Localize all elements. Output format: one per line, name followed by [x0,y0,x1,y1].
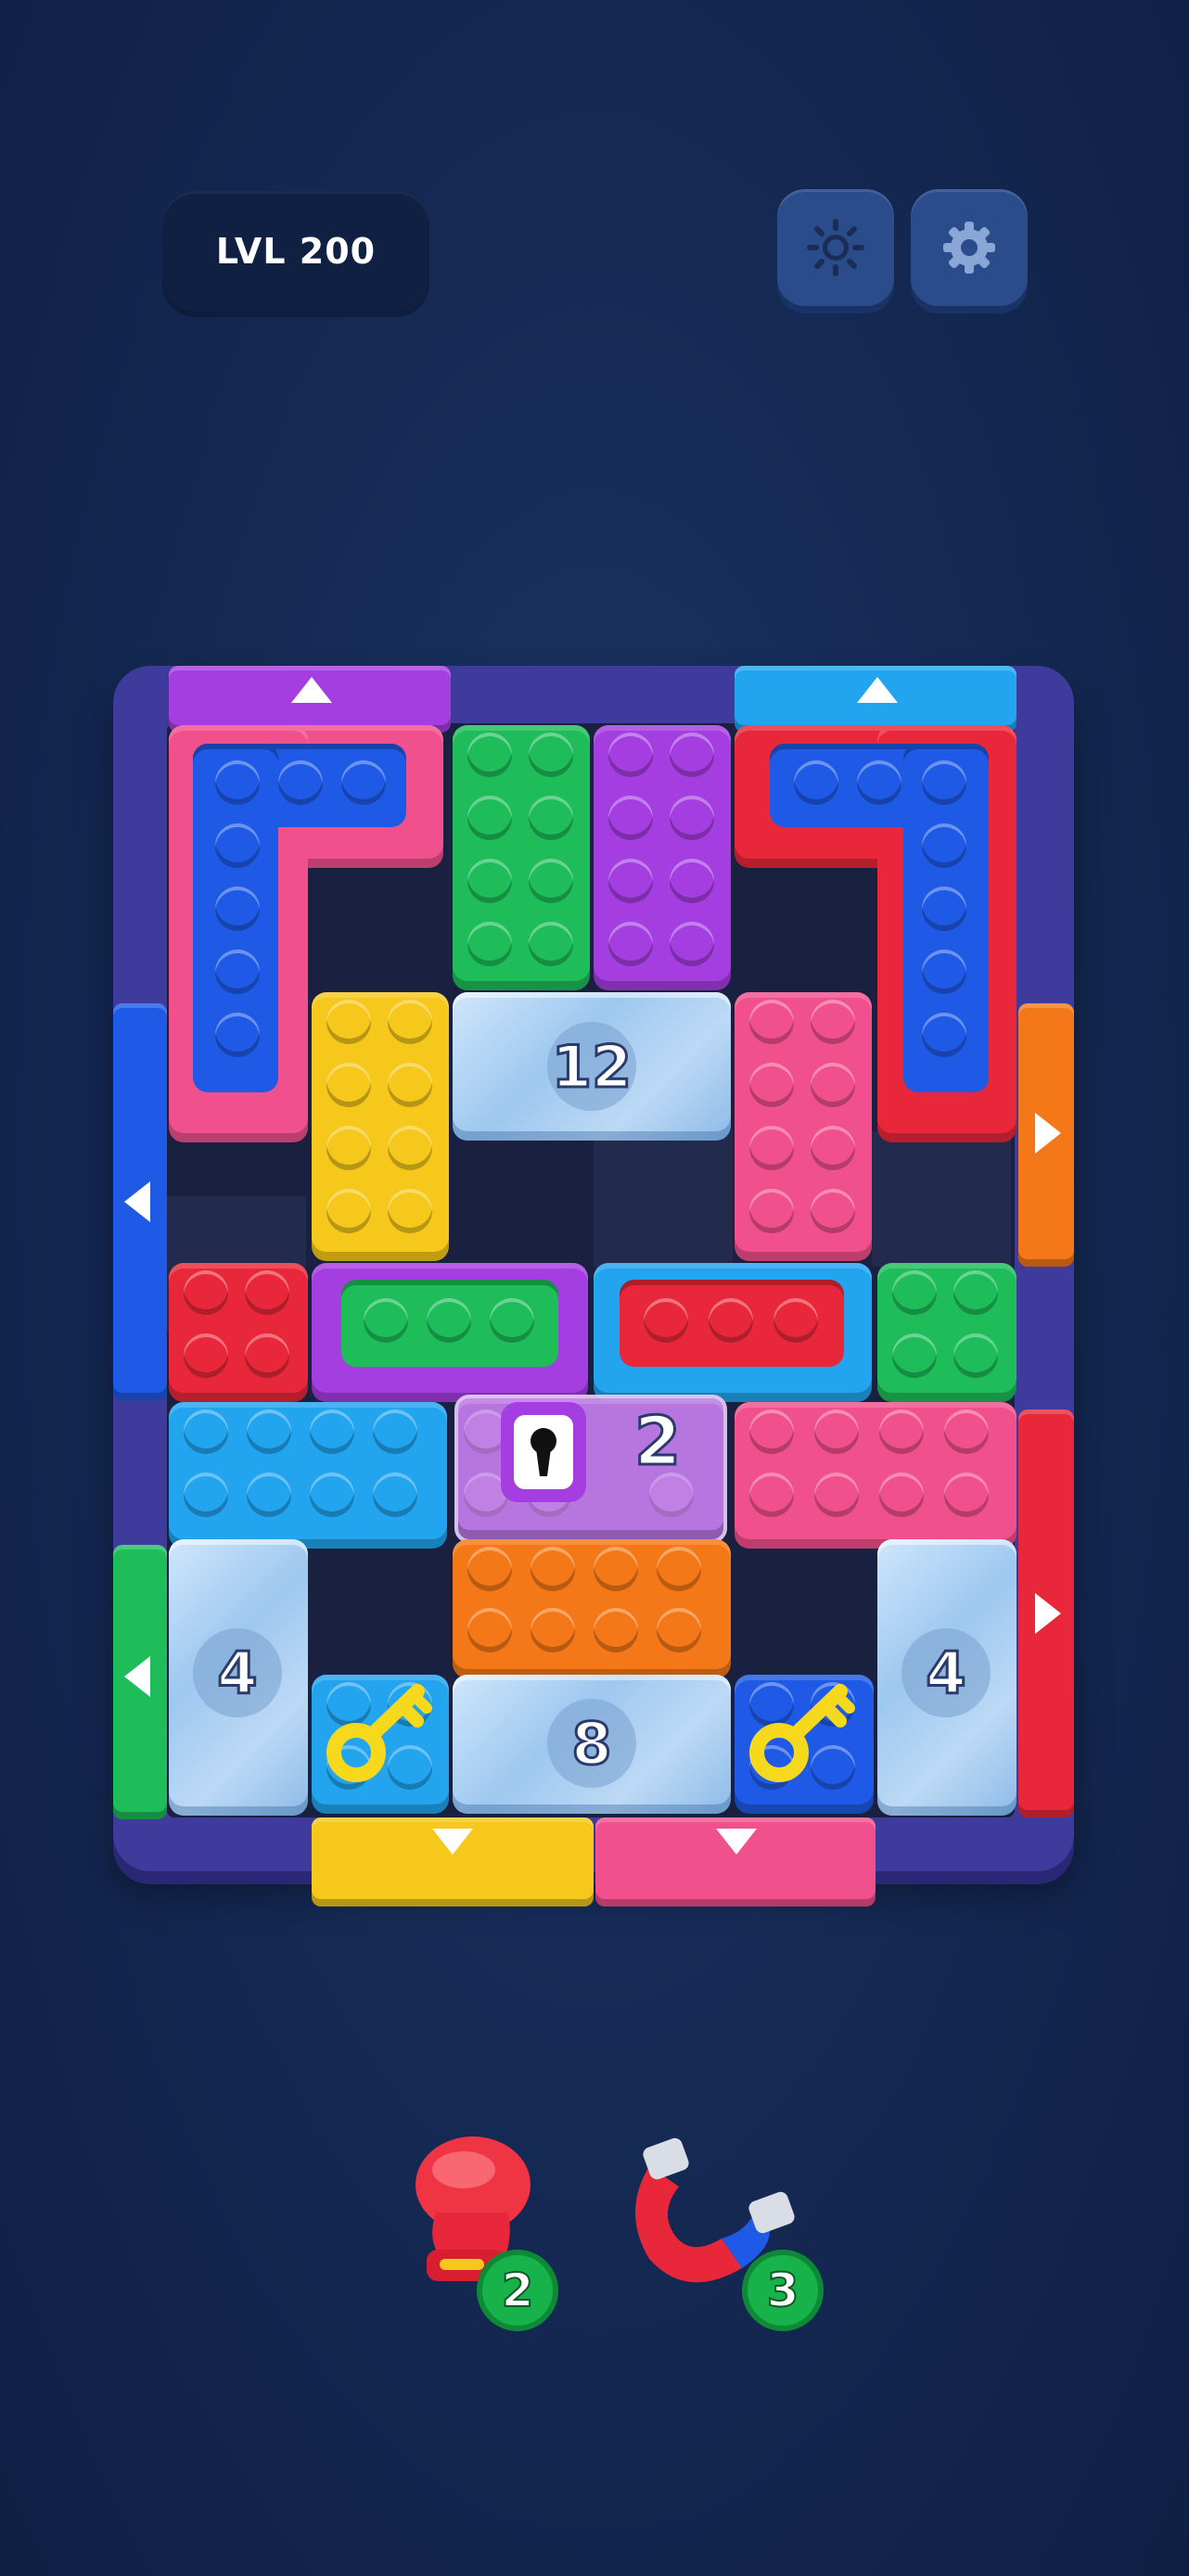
arrow-down-icon [432,1829,473,1855]
booster-count: 3 [742,2250,824,2331]
gate-left-blue [113,1003,167,1400]
booster-magnet[interactable]: 3 [612,2129,835,2331]
locked-count: 2 [633,1401,682,1482]
arrow-down-icon [716,1829,757,1855]
level-label: LVL 200 [215,231,377,272]
key-icon [326,1684,432,1782]
gate-bottom-pink [595,1817,876,1906]
gate-top-cyan [735,666,1016,733]
ice-block-left-4[interactable]: 4 [169,1539,308,1816]
sun-icon [807,219,864,276]
settings-button[interactable] [911,189,1028,306]
ice-block-12[interactable]: 12 [453,992,731,1141]
gate-right-red [1018,1409,1074,1817]
arrow-up-icon [857,677,898,703]
lock-badge [501,1402,586,1502]
ice-count: 4 [193,1628,282,1717]
key-icon [749,1684,855,1782]
arrow-left-icon [124,1181,150,1222]
keyhole-icon [531,1428,556,1476]
ice-block-8[interactable]: 8 [453,1675,731,1814]
theme-button[interactable] [777,189,894,306]
arrow-up-icon [291,677,332,703]
gate-right-orange [1018,1003,1074,1267]
booster-count: 2 [477,2250,558,2331]
gear-icon [943,222,995,274]
arrow-right-icon [1035,1593,1061,1634]
ice-block-right-4[interactable]: 4 [877,1539,1016,1816]
gate-top-purple [169,666,451,733]
level-pill: LVL 200 [162,191,429,312]
ice-count: 12 [547,1022,636,1111]
ice-count: 4 [901,1628,991,1717]
arrow-right-icon [1035,1113,1061,1154]
ice-count: 8 [547,1699,636,1788]
gate-left-green [113,1545,167,1819]
arrow-left-icon [124,1656,150,1697]
gate-bottom-yellow [312,1817,594,1906]
booster-boxing-glove[interactable]: 2 [399,2129,566,2331]
